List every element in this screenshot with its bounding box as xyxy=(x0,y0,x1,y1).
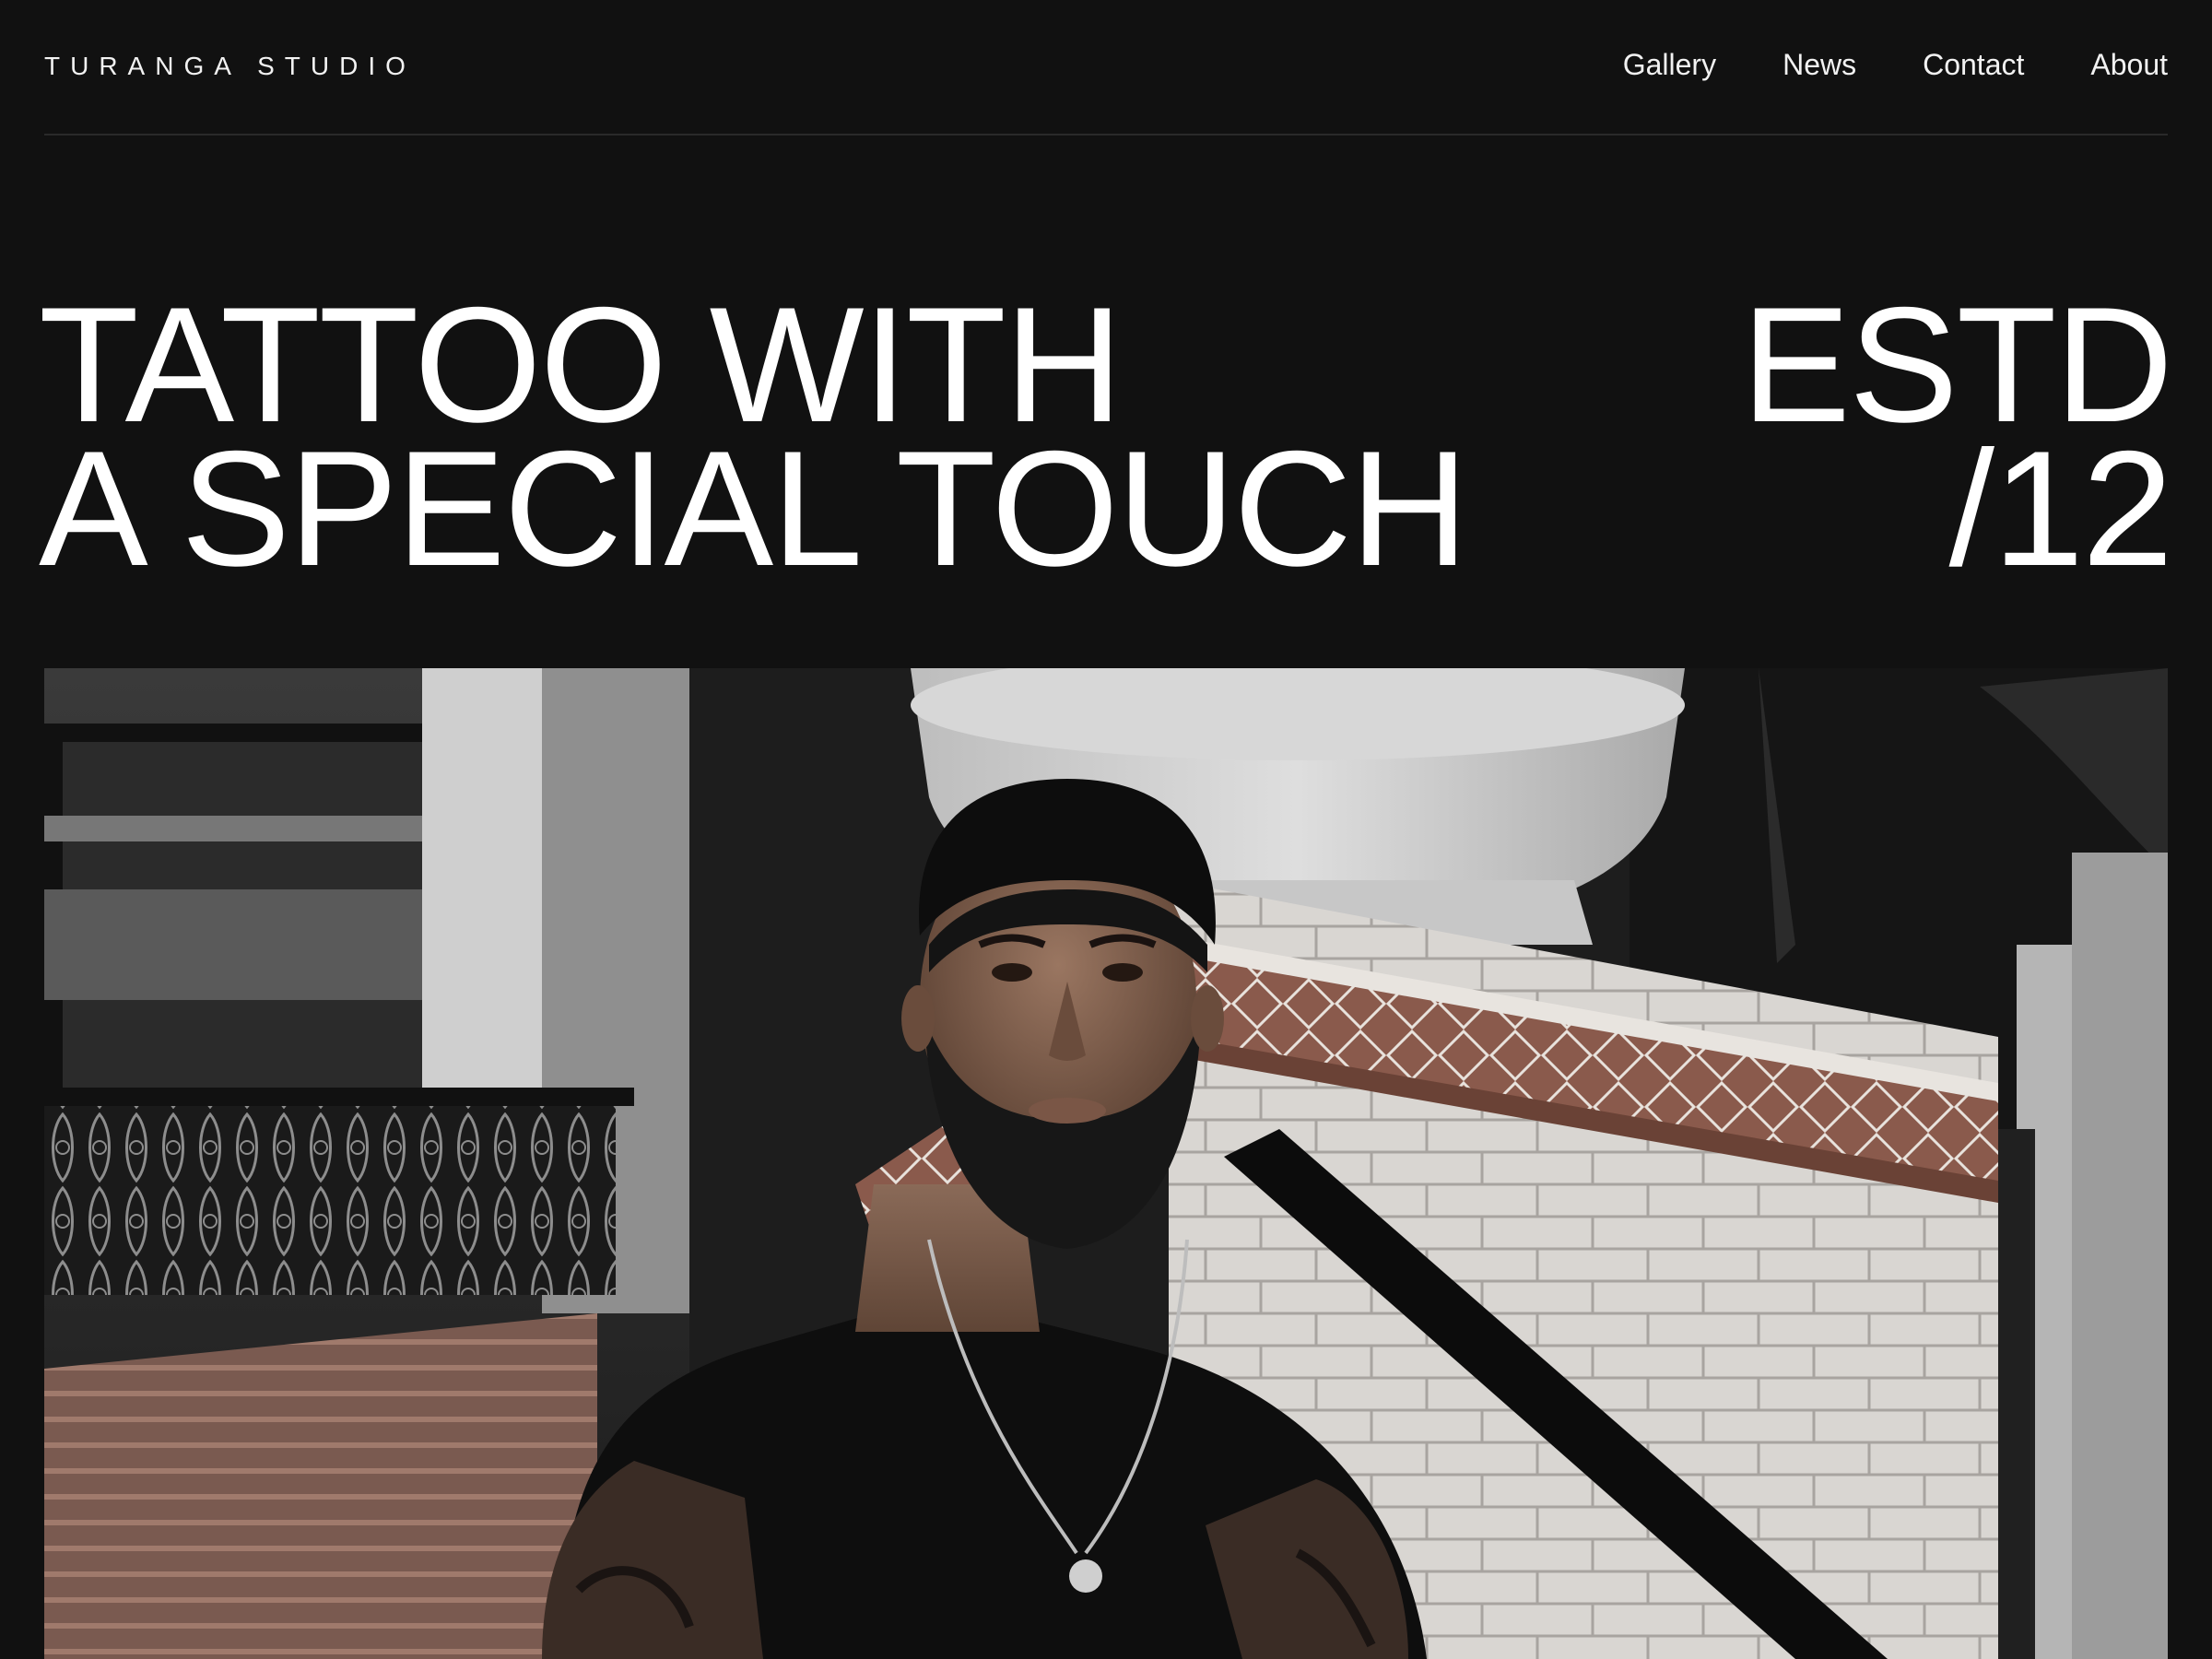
main-nav: Gallery News Contact About xyxy=(1623,48,2168,82)
established-label-line-2: /12 xyxy=(1948,417,2173,600)
site-header: TURANGA STUDIO Gallery News Contact Abou… xyxy=(44,0,2168,135)
established-label: ESTD /12 xyxy=(1741,273,2173,600)
hero-title: TATTOO WITH A SPECIAL TOUCH xyxy=(39,273,1468,600)
nav-link-news[interactable]: News xyxy=(1783,48,1856,82)
established-label-line-1: ESTD xyxy=(1741,273,2173,456)
page: TURANGA STUDIO Gallery News Contact Abou… xyxy=(39,0,2173,1659)
hero-photo xyxy=(44,668,2168,1659)
nav-link-about[interactable]: About xyxy=(2090,48,2168,82)
nav-link-gallery[interactable]: Gallery xyxy=(1623,48,1716,82)
hero-title-line-2: A SPECIAL TOUCH xyxy=(39,417,1468,600)
site-logo[interactable]: TURANGA STUDIO xyxy=(44,52,416,81)
hero-photo-illustration xyxy=(44,668,2168,1659)
hero-title-line-1: TATTOO WITH xyxy=(39,273,1123,456)
nav-link-contact[interactable]: Contact xyxy=(1923,48,2024,82)
